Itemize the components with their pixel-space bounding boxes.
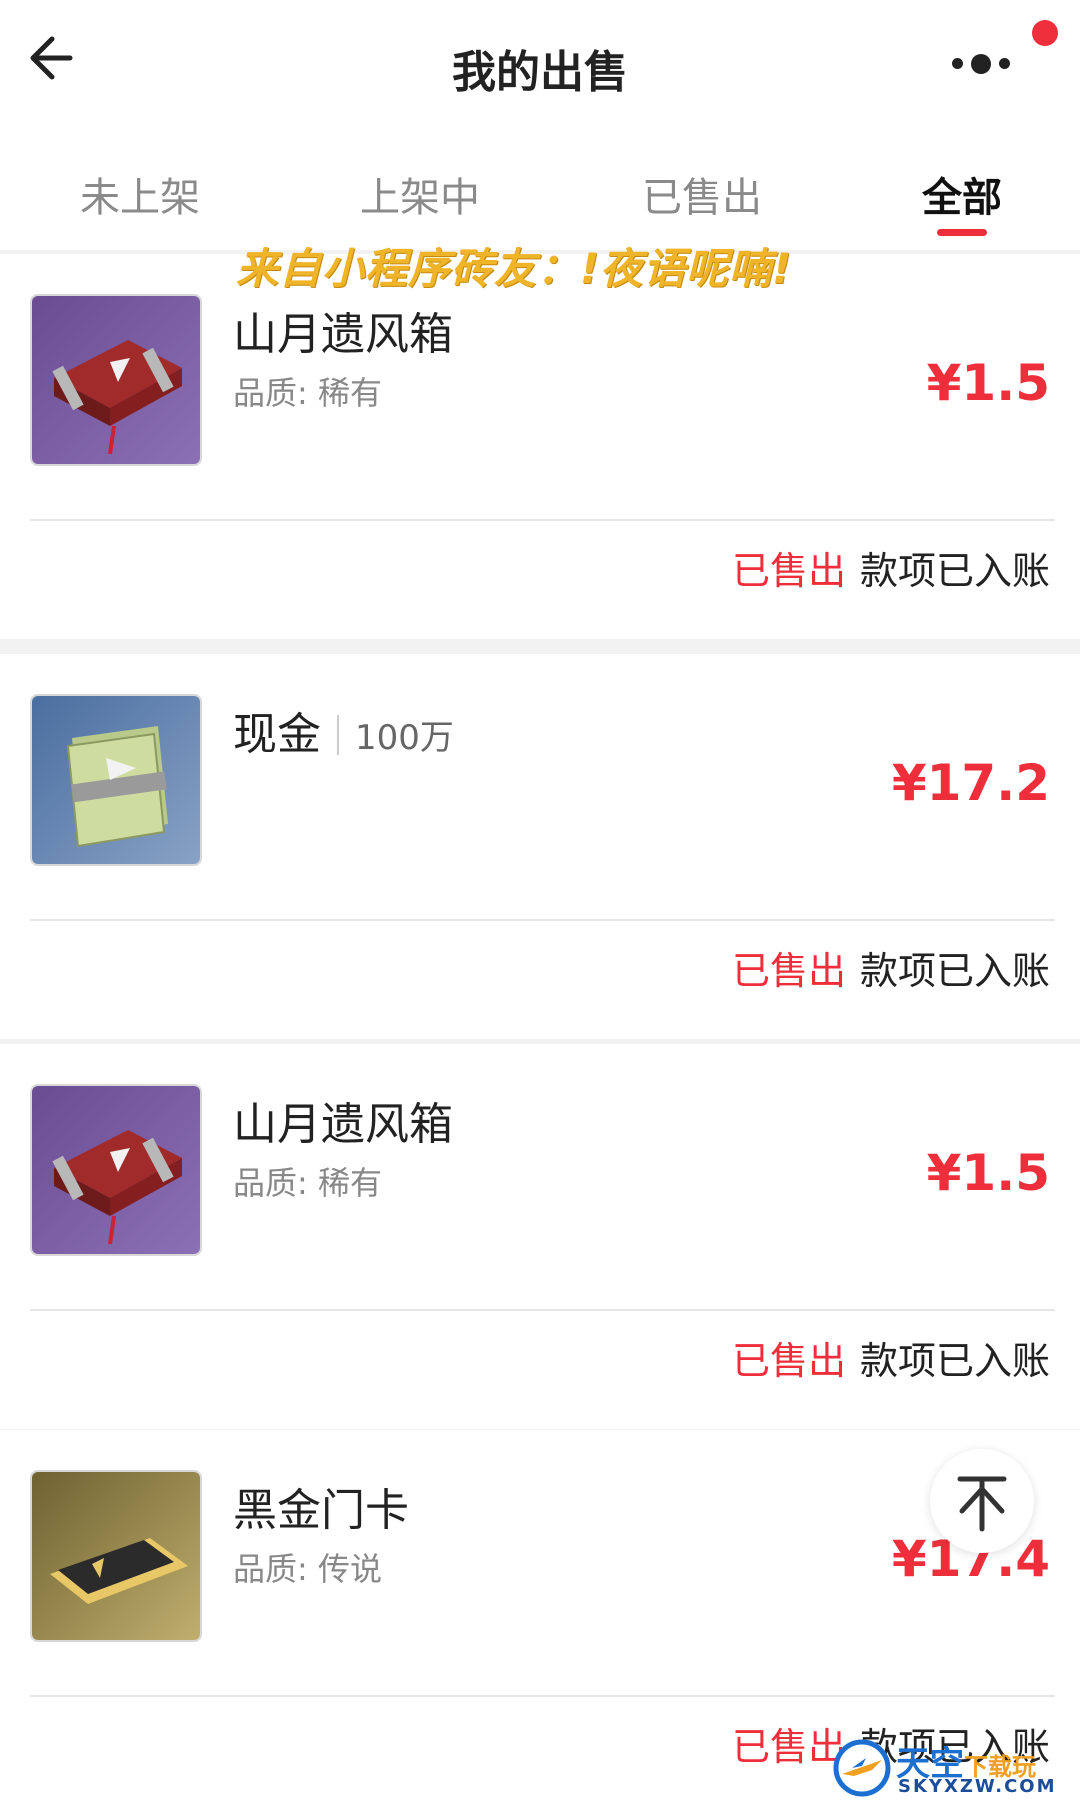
item-name: 山月遗风箱 [233,309,453,360]
crate-icon [32,1086,200,1254]
order-card[interactable]: 山月遗风箱 品质: 稀有 ¥1.5 已售出 款项已入账 [0,1044,1080,1429]
item-price: ¥1.5 [926,1144,1050,1202]
arrow-up-icon [957,1476,1007,1532]
order-status: 已售出 款项已入账 [732,1330,1050,1385]
top-bar: 我的出售 [0,0,1080,125]
item-amount: 100万 [355,718,454,758]
tab-sold[interactable]: 已售出 [602,165,802,223]
page-title: 我的出售 [452,47,628,98]
status-paid: 款项已入账 [859,1339,1050,1383]
item-name: 山月遗风箱 [233,1099,453,1150]
tab-listed[interactable]: 上架中 [320,165,520,223]
item-name: 黑金门卡 [233,1485,409,1536]
more-menu-button[interactable] [952,48,1044,78]
status-sold: 已售出 [731,1725,846,1769]
order-status: 已售出 款项已入账 [732,540,1050,595]
keycard-icon [32,1472,200,1640]
item-price: ¥17.2 [891,754,1050,812]
divider [30,519,1055,521]
plane-logo-icon [833,1739,891,1797]
more-dot-icon [999,58,1010,69]
item-price: ¥1.5 [926,354,1050,412]
status-sold: 已售出 [731,549,846,593]
tab-unlisted[interactable]: 未上架 [40,165,240,223]
divider [30,1309,1055,1311]
logo-en-text: SKYXZW.COM [898,1776,1057,1797]
notification-dot [1032,20,1058,46]
item-thumbnail [30,1084,202,1256]
order-card[interactable]: 山月遗风箱 品质: 稀有 ¥1.5 已售出 款项已入账 [0,254,1080,639]
divider [30,919,1055,921]
cash-icon [32,696,200,864]
item-thumbnail [30,694,202,866]
status-sold: 已售出 [731,949,846,993]
status-paid: 款项已入账 [859,549,1050,593]
status-paid: 款项已入账 [859,949,1050,993]
watermark-text: 来自小程序砖友：!夜语呢喃! [236,244,793,293]
item-thumbnail [30,294,202,466]
active-tab-indicator [937,229,987,236]
item-name-text: 现金 [233,709,321,760]
item-name: 现金 100万 [233,698,454,762]
item-quality: 品质: 传说 [233,1550,382,1588]
item-quality: 品质: 稀有 [233,374,382,412]
item-thumbnail [30,1470,202,1642]
item-quality: 品质: 稀有 [233,1164,382,1202]
status-sold: 已售出 [731,1339,846,1383]
site-watermark-logo: 天空下载玩 SKYXZW.COM [832,1736,1080,1800]
more-dot-icon [971,54,991,74]
tab-all[interactable]: 全部 [862,165,1062,223]
more-dot-icon [952,58,963,69]
back-to-top-button[interactable] [930,1449,1034,1553]
crate-icon [32,296,200,464]
tab-bar: 未上架 上架中 已售出 全部 [0,125,1080,250]
divider [30,1695,1055,1697]
order-card[interactable]: 现金 100万 ¥17.2 已售出 款项已入账 [0,654,1080,1039]
order-status: 已售出 款项已入账 [732,940,1050,995]
name-separator [337,715,339,755]
